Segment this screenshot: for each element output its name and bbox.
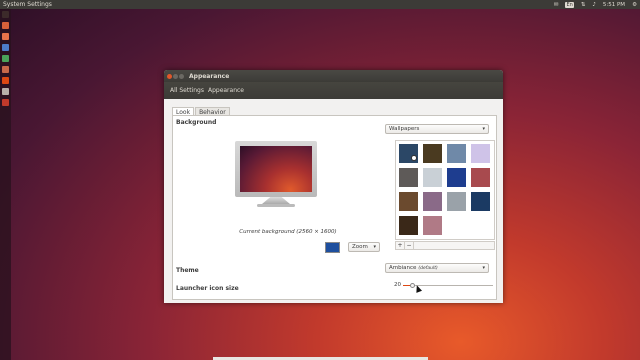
settings-icon[interactable] (2, 99, 9, 106)
firefox-icon[interactable] (2, 33, 9, 40)
theme-value: Ambiance (389, 265, 417, 271)
wallpaper-thumbnail[interactable] (423, 144, 442, 163)
wallpaper-thumbnail[interactable] (399, 216, 418, 235)
wallpaper-thumbnail[interactable] (471, 168, 490, 187)
calc-icon[interactable] (2, 55, 9, 62)
current-background-caption: Current background (2560 × 1600) (239, 229, 337, 235)
settings-toolbar: All Settings Appearance (164, 82, 503, 99)
wallpaper-thumbnail[interactable] (471, 144, 490, 163)
network-icon[interactable]: ⇅ (581, 2, 586, 8)
wallpaper-source-value: Wallpapers (389, 126, 420, 132)
wallpaper-thumbnail[interactable] (399, 144, 418, 163)
files-icon[interactable] (2, 22, 9, 29)
launcher (0, 9, 11, 360)
top-panel: System Settings ✉ En ⇅ ♪ 5:51 PM ⚙ (0, 0, 640, 9)
theme-label: Theme (176, 267, 199, 274)
monitor-preview (235, 141, 317, 197)
look-panel: Background Current background (2560 × 16… (172, 115, 497, 300)
dash-icon[interactable] (2, 11, 9, 18)
panel-title: System Settings (3, 1, 52, 8)
wallpaper-thumbnail[interactable] (447, 168, 466, 187)
gear-icon[interactable]: ⚙ (632, 2, 637, 8)
remove-wallpaper-button[interactable]: − (405, 242, 414, 249)
breadcrumb-appearance[interactable]: Appearance (208, 87, 244, 94)
indicator-area: ✉ En ⇅ ♪ 5:51 PM ⚙ (554, 0, 637, 9)
wallpaper-thumbnail[interactable] (447, 144, 466, 163)
background-preview (240, 146, 312, 192)
wallpaper-thumbnail[interactable] (471, 192, 490, 211)
monitor-base (257, 204, 295, 207)
clock[interactable]: 5:51 PM (603, 2, 625, 8)
window-title: Appearance (189, 72, 230, 80)
add-remove-bar: + − (395, 241, 495, 250)
theme-note: (default) (418, 265, 438, 271)
wallpaper-thumbnail[interactable] (423, 168, 442, 187)
chevron-down-icon: ▾ (482, 265, 485, 271)
launcher-size-value: 20 (394, 282, 401, 288)
writer-icon[interactable] (2, 44, 9, 51)
maximize-icon[interactable] (179, 73, 184, 79)
background-label: Background (176, 119, 217, 126)
minimize-icon[interactable] (173, 73, 178, 79)
wallpaper-source-dropdown[interactable]: Wallpapers ▾ (385, 124, 489, 134)
selected-wallpaper-icon (411, 155, 417, 161)
impress-icon[interactable] (2, 66, 9, 73)
window-titlebar[interactable]: Appearance (164, 70, 503, 82)
launcher-icon-size-label: Launcher icon size (176, 285, 239, 292)
all-settings-button[interactable]: All Settings (170, 87, 204, 94)
background-color-button[interactable] (325, 242, 340, 253)
amazon-icon[interactable] (2, 88, 9, 95)
volume-icon[interactable]: ♪ (592, 2, 596, 8)
zoom-dropdown[interactable]: Zoom ▾ (348, 242, 380, 252)
add-wallpaper-button[interactable]: + (396, 242, 405, 249)
keyboard-indicator[interactable]: En (565, 1, 574, 8)
wallpaper-thumbnail[interactable] (447, 192, 466, 211)
wallpaper-thumbnail[interactable] (423, 192, 442, 211)
theme-dropdown[interactable]: Ambiance (default) ▾ (385, 263, 489, 273)
appearance-window: Appearance All Settings Appearance Look … (164, 70, 503, 303)
wallpaper-grid (395, 140, 495, 240)
mail-icon[interactable]: ✉ (554, 2, 559, 8)
zoom-value: Zoom (352, 244, 368, 250)
wallpaper-thumbnail[interactable] (423, 216, 442, 235)
chevron-down-icon: ▾ (482, 126, 485, 132)
monitor-stand (262, 197, 290, 204)
close-icon[interactable] (167, 73, 172, 79)
chevron-down-icon: ▾ (373, 244, 376, 250)
software-center-icon[interactable] (2, 77, 9, 84)
wallpaper-thumbnail[interactable] (399, 168, 418, 187)
wallpaper-thumbnail[interactable] (399, 192, 418, 211)
